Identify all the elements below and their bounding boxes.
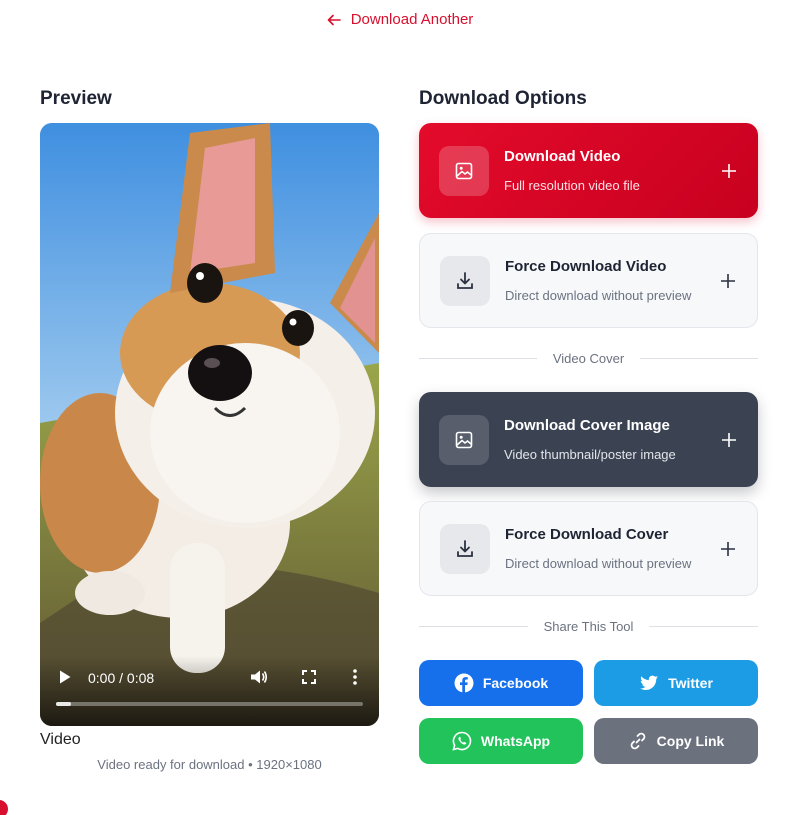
download-icon-wrap <box>440 523 490 574</box>
more-options-button[interactable] <box>344 666 366 688</box>
force-download-video-button[interactable]: Force Download Video Direct download wit… <box>419 233 758 328</box>
download-cover-text: Download Cover Image Video thumbnail/pos… <box>504 417 720 462</box>
divider-line <box>649 626 759 627</box>
preview-heading: Preview <box>40 88 112 109</box>
video-frame-image <box>40 123 379 726</box>
plus-icon <box>720 431 738 449</box>
link-icon <box>630 732 645 750</box>
force-download-cover-button[interactable]: Force Download Cover Direct download wit… <box>419 501 758 596</box>
play-button[interactable] <box>54 666 76 688</box>
image-icon <box>455 162 473 179</box>
download-another-link[interactable]: Download Another <box>327 11 474 28</box>
download-cover-title: Download Cover Image <box>504 417 670 434</box>
force-download-cover-text: Force Download Cover Direct download wit… <box>505 526 719 571</box>
whatsapp-label: WhatsApp <box>480 733 551 749</box>
divider-line <box>419 358 537 359</box>
download-icon <box>457 539 473 557</box>
image-icon <box>455 431 473 448</box>
whatsapp-icon <box>452 731 472 751</box>
force-download-cover-title: Force Download Cover <box>505 526 669 543</box>
corner-decoration <box>0 800 8 815</box>
twitter-label: Twitter <box>668 675 713 691</box>
download-options-heading: Download Options <box>419 88 587 109</box>
download-video-subtitle: Full resolution video file <box>504 178 640 193</box>
force-download-video-subtitle: Direct download without preview <box>505 288 692 303</box>
more-vertical-icon <box>353 669 357 685</box>
divider-line <box>419 626 528 627</box>
video-time: 0:00 / 0:08 <box>88 670 155 686</box>
video-controls: 0:00 / 0:08 <box>40 656 379 726</box>
volume-icon <box>251 670 268 684</box>
download-video-button[interactable]: Download Video Full resolution video fil… <box>419 123 758 218</box>
copy-link-button[interactable]: Copy Link <box>594 718 758 764</box>
video-progress-fill <box>56 702 72 706</box>
divider-line <box>640 358 758 359</box>
video-status: Video ready for download • 1920×1080 <box>97 757 322 772</box>
twitter-share-button[interactable]: Twitter <box>594 660 758 706</box>
facebook-icon <box>454 673 474 693</box>
twitter-icon <box>640 675 659 690</box>
download-cover-image-button[interactable]: Download Cover Image Video thumbnail/pos… <box>419 392 758 487</box>
facebook-share-button[interactable]: Facebook <box>419 660 583 706</box>
fullscreen-button[interactable] <box>298 666 320 688</box>
share-tool-label: Share This Tool <box>543 619 634 634</box>
facebook-label: Facebook <box>482 675 549 691</box>
volume-button[interactable] <box>248 666 270 688</box>
download-cover-subtitle: Video thumbnail/poster image <box>504 447 676 462</box>
copy-link-label: Copy Link <box>656 733 725 749</box>
download-icon <box>457 271 473 289</box>
video-cover-label: Video Cover <box>552 351 625 366</box>
plus-icon <box>720 162 738 180</box>
plus-icon <box>719 272 737 290</box>
download-another-label: Download Another <box>350 11 474 28</box>
force-download-cover-subtitle: Direct download without preview <box>505 556 692 571</box>
download-icon-wrap <box>440 255 490 306</box>
image-icon-wrap <box>439 145 489 196</box>
top-nav: Download Another <box>0 11 794 32</box>
whatsapp-share-button[interactable]: WhatsApp <box>419 718 583 764</box>
arrow-left-icon <box>327 14 341 25</box>
video-progress-bar[interactable] <box>56 702 363 706</box>
video-label: Video <box>40 731 81 748</box>
share-divider: Share This Tool <box>419 619 759 634</box>
fullscreen-icon <box>302 670 316 684</box>
play-icon <box>60 670 71 684</box>
video-cover-divider: Video Cover <box>419 351 758 366</box>
image-icon-wrap <box>439 414 489 465</box>
video-player[interactable]: 0:00 / 0:08 <box>40 123 379 726</box>
download-video-text: Download Video Full resolution video fil… <box>504 148 720 193</box>
download-video-title: Download Video <box>504 148 621 165</box>
force-download-video-text: Force Download Video Direct download wit… <box>505 258 719 303</box>
force-download-video-title: Force Download Video <box>505 258 667 275</box>
plus-icon <box>719 540 737 558</box>
